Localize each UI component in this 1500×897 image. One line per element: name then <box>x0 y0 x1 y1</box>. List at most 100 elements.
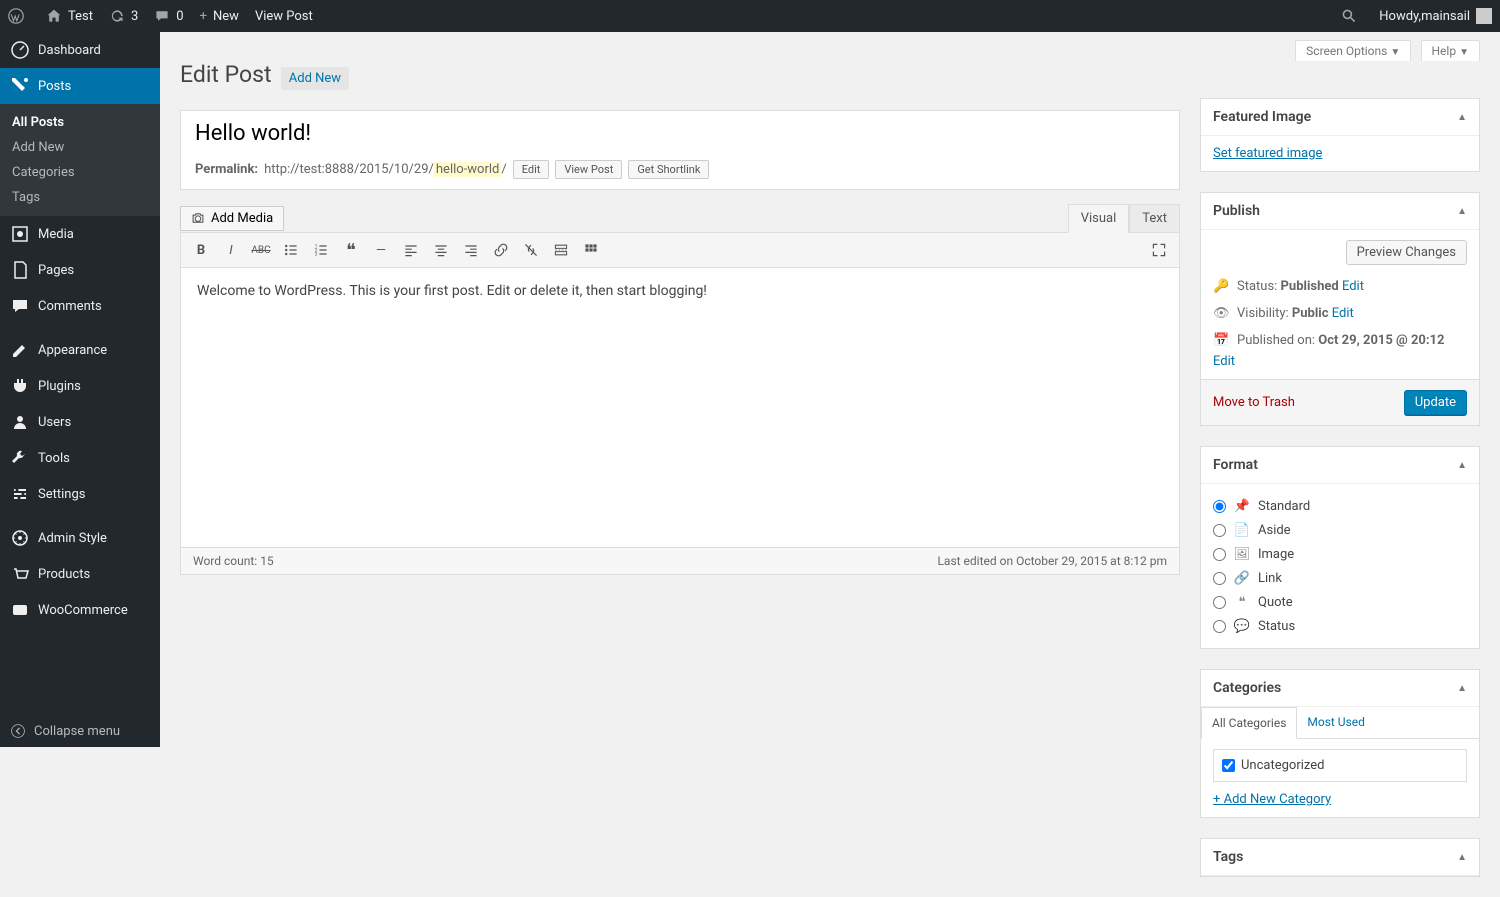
tags-box: Tags▲ <box>1200 838 1480 877</box>
permalink-slug: hello-world <box>434 162 501 177</box>
edit-date-link[interactable]: Edit <box>1213 354 1235 369</box>
cat-tab-all[interactable]: All Categories <box>1201 707 1297 739</box>
submenu-add-new[interactable]: Add New <box>0 135 160 160</box>
toolbar-toggle-button[interactable] <box>577 237 605 263</box>
add-new-category-link[interactable]: + Add New Category <box>1213 792 1467 807</box>
svg-text:3: 3 <box>315 252 318 258</box>
view-post-link[interactable]: View Post <box>247 0 321 32</box>
unlink-button[interactable] <box>517 237 545 263</box>
updates-link[interactable]: 3 <box>101 0 146 32</box>
comments-count: 0 <box>176 9 183 24</box>
format-image[interactable]: 🖼Image <box>1213 542 1467 566</box>
featured-image-box: Featured Image▲ Set featured image <box>1200 98 1480 172</box>
align-right-button[interactable] <box>457 237 485 263</box>
help-tab[interactable]: Help▼ <box>1421 40 1481 61</box>
format-box: Format▲ 📌Standard 📄Aside 🖼Image 🔗Link ❝Q… <box>1200 446 1480 649</box>
post-title-input[interactable] <box>181 111 1179 156</box>
numbered-list-button[interactable]: 123 <box>307 237 335 263</box>
site-name: Test <box>68 9 93 24</box>
menu-dashboard[interactable]: Dashboard <box>0 32 160 68</box>
view-post-button[interactable]: View Post <box>555 160 622 179</box>
permalink-row: Permalink: http://test:8888/2015/10/29/h… <box>181 156 1179 189</box>
menu-pages[interactable]: Pages <box>0 252 160 288</box>
status-icon: 💬 <box>1234 618 1250 634</box>
format-standard[interactable]: 📌Standard <box>1213 494 1467 518</box>
editor-tab-text[interactable]: Text <box>1129 204 1180 232</box>
eye-icon: 👁 <box>1213 306 1229 321</box>
bold-button[interactable]: B <box>187 237 215 263</box>
wp-logo[interactable] <box>0 0 38 32</box>
my-account[interactable]: Howdy, mainsail <box>1371 0 1500 32</box>
image-icon: 🖼 <box>1234 546 1250 562</box>
italic-button[interactable]: I <box>217 237 245 263</box>
menu-users[interactable]: Users <box>0 404 160 440</box>
set-featured-image-link[interactable]: Set featured image <box>1213 146 1322 161</box>
submenu-tags[interactable]: Tags <box>0 185 160 210</box>
posts-submenu: All Posts Add New Categories Tags <box>0 104 160 216</box>
menu-plugins[interactable]: Plugins <box>0 368 160 404</box>
edit-slug-button[interactable]: Edit <box>513 160 550 179</box>
menu-woocommerce[interactable]: WooCommerce <box>0 592 160 628</box>
menu-comments[interactable]: Comments <box>0 288 160 324</box>
menu-settings[interactable]: Settings <box>0 476 160 512</box>
cat-uncategorized[interactable]: Uncategorized <box>1222 758 1458 773</box>
format-aside[interactable]: 📄Aside <box>1213 518 1467 542</box>
page-title: Edit Post <box>180 61 272 88</box>
editor-toolbar: B I ABC 123 ❝ — <box>180 232 1180 268</box>
add-media-button[interactable]: Add Media <box>180 206 284 231</box>
avatar <box>1476 8 1492 24</box>
toggle-icon[interactable]: ▲ <box>1457 852 1467 863</box>
screen-options-tab[interactable]: Screen Options▼ <box>1295 40 1411 61</box>
updates-count: 3 <box>131 9 138 24</box>
update-button[interactable]: Update <box>1404 390 1467 415</box>
menu-products[interactable]: Products <box>0 556 160 592</box>
toggle-icon[interactable]: ▲ <box>1457 683 1467 694</box>
format-link[interactable]: 🔗Link <box>1213 566 1467 590</box>
toggle-icon[interactable]: ▲ <box>1457 206 1467 217</box>
hr-button[interactable]: — <box>367 237 395 263</box>
cat-tab-most-used[interactable]: Most Used <box>1297 707 1375 738</box>
camera-icon <box>191 211 205 225</box>
format-quote[interactable]: ❝Quote <box>1213 590 1467 614</box>
more-button[interactable] <box>547 237 575 263</box>
toggle-icon[interactable]: ▲ <box>1457 112 1467 123</box>
preview-changes-button[interactable]: Preview Changes <box>1346 240 1467 265</box>
new-content-link[interactable]: +New <box>192 0 247 32</box>
menu-posts[interactable]: Posts <box>0 68 160 104</box>
title-box: Permalink: http://test:8888/2015/10/29/h… <box>180 110 1180 190</box>
editor-tab-visual[interactable]: Visual <box>1068 204 1130 233</box>
move-to-trash-link[interactable]: Move to Trash <box>1213 395 1295 410</box>
get-shortlink-button[interactable]: Get Shortlink <box>628 160 709 179</box>
admin-sidebar: Dashboard Posts All Posts Add New Catego… <box>0 32 160 747</box>
toggle-icon[interactable]: ▲ <box>1457 460 1467 471</box>
menu-tools[interactable]: Tools <box>0 440 160 476</box>
fullscreen-button[interactable] <box>1145 237 1173 263</box>
editor-content[interactable]: Welcome to WordPress. This is your first… <box>180 268 1180 548</box>
add-new-button[interactable]: Add New <box>281 67 349 90</box>
search-icon[interactable] <box>1333 0 1371 32</box>
menu-appearance[interactable]: Appearance <box>0 332 160 368</box>
submenu-categories[interactable]: Categories <box>0 160 160 185</box>
strike-button[interactable]: ABC <box>247 237 275 263</box>
align-center-button[interactable] <box>427 237 455 263</box>
publish-box: Publish▲ Preview Changes 🔑Status: Publis… <box>1200 192 1480 426</box>
edit-status-link[interactable]: Edit <box>1342 279 1364 294</box>
link-button[interactable] <box>487 237 515 263</box>
menu-media[interactable]: Media <box>0 216 160 252</box>
format-status[interactable]: 💬Status <box>1213 614 1467 638</box>
comments-link[interactable]: 0 <box>146 0 191 32</box>
edit-visibility-link[interactable]: Edit <box>1332 306 1354 321</box>
quote-icon: ❝ <box>1234 594 1250 610</box>
align-left-button[interactable] <box>397 237 425 263</box>
blockquote-button[interactable]: ❝ <box>337 237 365 263</box>
menu-admin-style[interactable]: Admin Style <box>0 520 160 556</box>
contextual-tabs: Screen Options▼ Help▼ <box>160 32 1500 61</box>
site-name-link[interactable]: Test <box>38 0 101 32</box>
submenu-all-posts[interactable]: All Posts <box>0 110 160 135</box>
admin-bar: Test 3 0 +New View Post Howdy, mainsail <box>0 0 1500 32</box>
collapse-menu[interactable]: Collapse menu <box>0 715 160 747</box>
key-icon: 🔑 <box>1213 279 1229 294</box>
editor-footer: Word count: 15 Last edited on October 29… <box>180 548 1180 575</box>
bullet-list-button[interactable] <box>277 237 305 263</box>
link-icon: 🔗 <box>1234 570 1250 586</box>
